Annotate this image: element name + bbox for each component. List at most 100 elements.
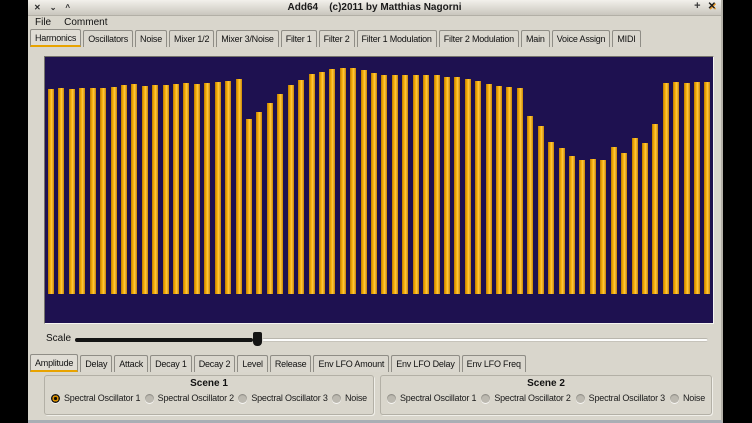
menu-comment[interactable]: Comment — [64, 17, 107, 28]
param-tab-env-lfo-amount[interactable]: Env LFO Amount — [313, 355, 389, 372]
harmonic-bar-63[interactable] — [694, 82, 700, 294]
harmonic-bar-58[interactable] — [642, 143, 648, 294]
tab-filter-1-modulation[interactable]: Filter 1 Modulation — [357, 30, 437, 47]
harmonic-bar-54[interactable] — [600, 160, 606, 294]
radio-indicator-icon[interactable] — [481, 394, 490, 403]
tab-filter-2[interactable]: Filter 2 — [319, 30, 355, 47]
param-tab-env-lfo-delay[interactable]: Env LFO Delay — [391, 355, 459, 372]
harmonic-bar-25[interactable] — [298, 80, 304, 294]
harmonic-bar-11[interactable] — [152, 85, 158, 294]
harmonic-bar-64[interactable] — [704, 82, 710, 294]
menu-file[interactable]: File — [35, 17, 51, 28]
harmonic-bar-34[interactable] — [392, 75, 398, 294]
harmonic-bar-41[interactable] — [465, 79, 471, 294]
scale-slider-groove[interactable] — [262, 338, 708, 342]
harmonic-bar-38[interactable] — [434, 75, 440, 294]
harmonic-bar-24[interactable] — [288, 85, 294, 294]
param-tab-amplitude[interactable]: Amplitude — [30, 354, 78, 372]
radio-indicator-icon[interactable] — [670, 394, 679, 403]
harmonic-bar-19[interactable] — [236, 79, 242, 294]
radio-scene1-spectral-oscillator-2[interactable]: Spectral Oscillator 2 — [145, 393, 234, 403]
tab-mixer-1-2[interactable]: Mixer 1/2 — [169, 30, 214, 47]
radio-scene1-spectral-oscillator-3[interactable]: Spectral Oscillator 3 — [238, 393, 327, 403]
harmonic-bar-59[interactable] — [652, 124, 658, 294]
harmonic-bar-8[interactable] — [121, 85, 127, 294]
radio-indicator-icon[interactable] — [332, 394, 341, 403]
radio-scene2-spectral-oscillator-1[interactable]: Spectral Oscillator 1 — [387, 393, 476, 403]
harmonic-bar-20[interactable] — [246, 119, 252, 294]
harmonic-bar-40[interactable] — [454, 77, 460, 294]
harmonic-bar-14[interactable] — [183, 83, 189, 294]
harmonic-bar-53[interactable] — [590, 159, 596, 294]
harmonic-bar-9[interactable] — [131, 84, 137, 294]
harmonic-bar-2[interactable] — [58, 88, 64, 294]
radio-indicator-icon[interactable] — [51, 394, 60, 403]
tab-voice-assign[interactable]: Voice Assign — [552, 30, 611, 47]
radio-scene1-spectral-oscillator-1[interactable]: Spectral Oscillator 1 — [51, 393, 140, 403]
harmonic-bar-10[interactable] — [142, 86, 148, 294]
radio-scene1-noise[interactable]: Noise — [332, 393, 367, 403]
radio-indicator-icon[interactable] — [145, 394, 154, 403]
harmonic-bar-18[interactable] — [225, 81, 231, 294]
harmonic-bar-6[interactable] — [100, 88, 106, 294]
harmonic-bar-32[interactable] — [371, 73, 377, 294]
radio-scene2-spectral-oscillator-2[interactable]: Spectral Oscillator 2 — [481, 393, 570, 403]
harmonic-bar-43[interactable] — [486, 84, 492, 294]
harmonic-bar-17[interactable] — [215, 82, 221, 294]
harmonic-bar-15[interactable] — [194, 84, 200, 294]
param-tab-level[interactable]: Level — [237, 355, 268, 372]
param-tab-release[interactable]: Release — [270, 355, 312, 372]
harmonic-bar-7[interactable] — [111, 87, 117, 294]
harmonic-bar-35[interactable] — [402, 75, 408, 294]
harmonic-bar-52[interactable] — [579, 160, 585, 294]
radio-indicator-icon[interactable] — [238, 394, 247, 403]
harmonic-bar-50[interactable] — [559, 148, 565, 294]
harmonic-bar-26[interactable] — [309, 74, 315, 294]
harmonic-bar-55[interactable] — [611, 147, 617, 294]
param-tab-env-lfo-freq[interactable]: Env LFO Freq — [462, 355, 526, 372]
harmonic-bar-48[interactable] — [538, 126, 544, 294]
tab-midi[interactable]: MIDI — [612, 30, 640, 47]
harmonic-bar-62[interactable] — [684, 83, 690, 294]
harmonic-bar-29[interactable] — [340, 68, 346, 294]
tab-noise[interactable]: Noise — [135, 30, 167, 47]
harmonic-bar-3[interactable] — [69, 89, 75, 294]
harmonic-bar-31[interactable] — [361, 70, 367, 294]
harmonic-bar-47[interactable] — [527, 116, 533, 294]
param-tab-decay-2[interactable]: Decay 2 — [194, 355, 236, 372]
harmonic-bar-46[interactable] — [517, 88, 523, 294]
tab-filter-2-modulation[interactable]: Filter 2 Modulation — [439, 30, 519, 47]
shade-icon[interactable]: ⌄ — [50, 4, 57, 12]
harmonic-bar-36[interactable] — [413, 75, 419, 294]
maximize-icon[interactable]: + — [694, 1, 700, 12]
harmonic-bar-30[interactable] — [350, 68, 356, 294]
harmonic-bar-57[interactable] — [632, 138, 638, 294]
param-tab-attack[interactable]: Attack — [114, 355, 148, 372]
harmonic-bar-1[interactable] — [48, 89, 54, 294]
stick-icon[interactable]: ^ — [65, 4, 70, 12]
harmonic-bar-56[interactable] — [621, 153, 627, 294]
harmonic-bar-23[interactable] — [277, 94, 283, 294]
harmonics-chart[interactable] — [44, 56, 714, 324]
harmonic-bar-5[interactable] — [90, 88, 96, 294]
radio-scene2-noise[interactable]: Noise — [670, 393, 705, 403]
title-bar[interactable]: ✕ ⌄ ^ Add64 (c)2011 by Matthias Nagorni … — [28, 0, 721, 16]
scale-slider-handle[interactable] — [253, 332, 262, 346]
radio-indicator-icon[interactable] — [576, 394, 585, 403]
harmonic-bar-13[interactable] — [173, 84, 179, 294]
harmonic-bar-33[interactable] — [381, 75, 387, 294]
close-icon[interactable]: ✕ — [34, 4, 41, 12]
tab-oscillators[interactable]: Oscillators — [83, 30, 133, 47]
harmonic-bar-39[interactable] — [444, 77, 450, 294]
close-window-icon[interactable]: ✕ — [708, 1, 716, 12]
harmonic-bar-28[interactable] — [329, 69, 335, 294]
harmonic-bar-42[interactable] — [475, 81, 481, 294]
harmonic-bar-22[interactable] — [267, 103, 273, 294]
harmonic-bar-49[interactable] — [548, 142, 554, 294]
harmonic-bar-37[interactable] — [423, 75, 429, 294]
harmonic-bar-60[interactable] — [663, 83, 669, 294]
harmonic-bar-21[interactable] — [256, 112, 262, 294]
tab-main[interactable]: Main — [521, 30, 550, 47]
harmonic-bar-61[interactable] — [673, 82, 679, 294]
param-tab-delay[interactable]: Delay — [80, 355, 112, 372]
